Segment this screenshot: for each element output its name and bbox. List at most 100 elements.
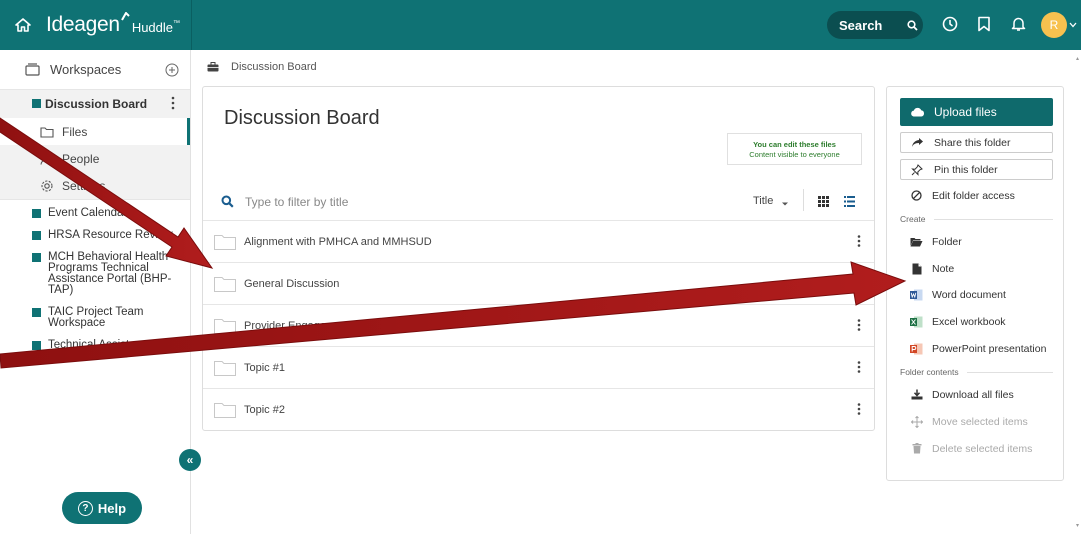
move-icon: [910, 415, 923, 428]
brand-area: Ideagen Huddle ™: [0, 0, 191, 50]
brand-divider: [191, 0, 192, 50]
workspace-list: Event Calendar HRSA Resource Review MCH …: [0, 200, 190, 362]
bookmarks-button[interactable]: [967, 0, 1001, 50]
search-icon: [221, 195, 235, 209]
table-row[interactable]: Topic #2: [203, 389, 874, 431]
workspace-color-icon: [32, 341, 41, 350]
create-excel-workbook-button[interactable]: Excel workbook: [910, 315, 1006, 328]
pin-folder-button[interactable]: Pin this folder: [900, 159, 1053, 180]
more-options-icon[interactable]: [857, 319, 863, 333]
workspace-color-icon: [32, 99, 41, 108]
create-powerpoint-button[interactable]: PowerPoint presentation: [910, 342, 1046, 355]
workspace-item[interactable]: TAIC Project Team Workspace: [0, 306, 190, 329]
folder-name[interactable]: Topic #2: [244, 404, 285, 416]
more-options-icon[interactable]: [857, 403, 863, 417]
caret-down-icon: [781, 198, 789, 206]
sort-label: Title: [753, 195, 774, 207]
brand-logo-sub: Huddle: [131, 19, 174, 35]
workspace-item-label: HRSA Resource Review: [48, 229, 173, 241]
collapse-sidebar-button[interactable]: «: [179, 449, 201, 471]
workspace-color-icon: [32, 308, 41, 317]
recent-button[interactable]: [933, 0, 967, 50]
chevron-down-icon[interactable]: [1067, 22, 1079, 28]
pin-folder-label: Pin this folder: [934, 163, 998, 176]
workspace-item[interactable]: Technical Assistance (TA) Requests: [0, 339, 190, 362]
table-row[interactable]: Alignment with PMHCA and MMHSUD: [203, 221, 874, 263]
table-row[interactable]: Provider Engagement: [203, 305, 874, 347]
sidebar-item-settings[interactable]: Settings: [0, 172, 190, 199]
sidebar-item-files[interactable]: Files: [0, 118, 190, 145]
help-label: Help: [97, 500, 127, 516]
folder-name[interactable]: Alignment with PMHCA and MMHSUD: [244, 236, 432, 248]
breadcrumb-item[interactable]: Discussion Board: [231, 61, 317, 73]
workspace-item[interactable]: MCH Behavioral Health Programs Technical…: [0, 251, 190, 296]
briefcase-icon: [207, 62, 219, 72]
sidebar-item-people[interactable]: People: [0, 145, 190, 172]
create-word-document-button[interactable]: Word document: [910, 288, 1006, 301]
workspace-color-icon: [32, 231, 41, 240]
share-folder-button[interactable]: Share this folder: [900, 132, 1053, 153]
current-workspace: Discussion Board Files People Settings: [0, 90, 190, 200]
workspace-item-label: Event Calendar: [48, 207, 128, 219]
gear-icon: [40, 179, 54, 193]
more-options-icon[interactable]: [857, 235, 863, 249]
help-button[interactable]: ? Help: [62, 492, 142, 524]
table-row[interactable]: General Discussion: [203, 263, 874, 305]
folder-icon: [214, 318, 236, 334]
powerpoint-icon: [910, 342, 923, 355]
move-selected-items-button[interactable]: Move selected items: [910, 415, 1028, 428]
edit-folder-access-button[interactable]: Edit folder access: [910, 189, 1015, 202]
filter-bar: Title: [203, 183, 874, 221]
sidebar-item-label: Settings: [62, 178, 106, 193]
create-folder-button[interactable]: Folder: [910, 235, 962, 248]
add-workspace-icon[interactable]: [165, 63, 179, 77]
permission-note-title: You can edit these files: [753, 140, 836, 149]
page-title: Discussion Board: [224, 107, 380, 129]
search-button[interactable]: Search: [827, 11, 923, 39]
download-all-files-button[interactable]: Download all files: [910, 388, 1014, 401]
folder-icon: [214, 276, 236, 292]
table-row[interactable]: Topic #1: [203, 347, 874, 389]
permission-note-detail: Content visible to everyone: [749, 150, 840, 159]
breadcrumb: Discussion Board: [207, 61, 317, 73]
create-note-button[interactable]: Note: [910, 262, 954, 275]
move-selected-items-label: Move selected items: [932, 415, 1028, 428]
workspace-item[interactable]: Event Calendar: [0, 207, 190, 219]
share-icon: [911, 137, 925, 149]
file-list-panel: Discussion Board You can edit these file…: [202, 86, 875, 431]
upload-files-label: Upload files: [934, 105, 997, 119]
page-scrollbar[interactable]: [1074, 50, 1081, 534]
note-icon: [910, 262, 923, 275]
folder-name[interactable]: Provider Engagement: [244, 320, 350, 332]
grid-view-icon[interactable]: [818, 196, 829, 207]
brand-logo-main[interactable]: Ideagen: [46, 13, 120, 37]
current-workspace-label: Discussion Board: [45, 97, 148, 111]
sort-dropdown[interactable]: Title: [753, 195, 789, 207]
more-options-icon[interactable]: [857, 277, 863, 291]
folder-name[interactable]: Topic #1: [244, 362, 285, 374]
cloud-upload-icon: [910, 106, 926, 118]
folder-icon: [214, 234, 236, 250]
edit-folder-access-label: Edit folder access: [932, 189, 1015, 202]
workspace-menu-icon[interactable]: [171, 96, 177, 110]
question-icon: ?: [77, 500, 93, 516]
workspaces-header[interactable]: Workspaces: [0, 50, 190, 90]
delete-selected-items-label: Delete selected items: [932, 442, 1033, 455]
list-view-icon[interactable]: [844, 196, 855, 207]
avatar[interactable]: R: [1041, 12, 1067, 38]
bookmark-icon: [977, 16, 991, 35]
workspace-item[interactable]: HRSA Resource Review: [0, 229, 190, 241]
folder-icon: [214, 402, 236, 418]
home-icon[interactable]: [14, 16, 32, 34]
pin-icon: [911, 163, 925, 176]
upload-files-button[interactable]: Upload files: [900, 98, 1053, 126]
delete-selected-items-button[interactable]: Delete selected items: [910, 442, 1032, 455]
filter-input[interactable]: [245, 194, 545, 209]
brand-logo-tm: ™: [173, 19, 181, 27]
folder-name[interactable]: General Discussion: [244, 278, 339, 290]
workspace-color-icon: [32, 253, 41, 262]
more-options-icon[interactable]: [857, 361, 863, 375]
folder-open-icon: [910, 235, 923, 248]
notifications-button[interactable]: [1001, 0, 1035, 50]
current-workspace-title[interactable]: Discussion Board: [0, 90, 190, 118]
